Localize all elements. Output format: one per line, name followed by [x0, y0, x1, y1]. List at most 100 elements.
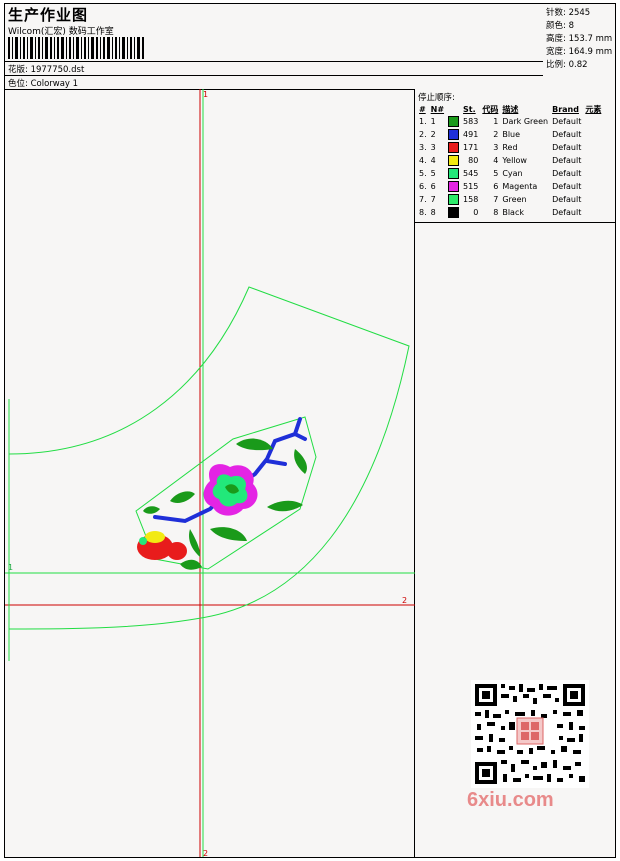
col-element: 元素 — [585, 104, 602, 114]
cell-stitches: 515 — [463, 182, 479, 191]
cell-element — [583, 154, 603, 167]
cell-element — [583, 128, 603, 141]
table-row: 7. 7 158 7 Green Default — [417, 193, 603, 206]
cell-code: 5 — [493, 169, 499, 178]
table-row: 5. 5 545 5 Cyan Default — [417, 167, 603, 180]
cell-n: 6 — [430, 182, 436, 191]
cell-desc: Blue — [502, 130, 521, 139]
cell-desc: Cyan — [502, 169, 523, 178]
cell-n: 5 — [430, 169, 436, 178]
cell-element — [583, 206, 603, 219]
company-name: Wilcom(汇宏) 数码工作室 — [8, 27, 114, 37]
design-canvas[interactable]: 1 2 1 2 — [5, 89, 415, 858]
cell-code: 1 — [493, 117, 499, 126]
header-divider-2 — [5, 75, 543, 76]
cell-desc: Magenta — [502, 182, 538, 191]
colorway: 色位: Colorway 1 — [8, 79, 79, 89]
col-desc: 描述 — [502, 104, 519, 114]
color-swatch-box — [448, 207, 460, 218]
cell-n: 3 — [430, 143, 436, 152]
stat-height: 高度: 153.7 mm — [546, 34, 613, 44]
cell-desc: Dark Green — [502, 117, 549, 126]
color-swatch — [446, 167, 461, 180]
cell-desc: Yellow — [502, 156, 527, 165]
cell-num: 5. — [419, 169, 427, 178]
stat-width: 宽度: 164.9 mm — [546, 47, 613, 57]
color-swatch — [446, 141, 461, 154]
color-swatch-box — [448, 116, 460, 127]
color-swatch — [446, 128, 461, 141]
page-title: 生产作业图 — [8, 6, 89, 24]
col-swatch — [446, 103, 461, 115]
cell-code: 7 — [493, 195, 499, 204]
color-swatch — [446, 193, 461, 206]
color-swatch-box — [448, 142, 460, 153]
color-swatch-box — [448, 181, 460, 192]
cell-brand: Default — [552, 117, 582, 126]
cell-code: 3 — [493, 143, 499, 152]
barcode — [8, 37, 144, 59]
cell-num: 2. — [419, 130, 427, 139]
cell-code: 2 — [493, 130, 499, 139]
stop-sequence-box: 停止顺序: # N# St. 代码 描述 Brand 元素 1. 1 583 1 Dar… — [415, 89, 615, 223]
color-swatch-box — [448, 168, 460, 179]
cell-brand: Default — [552, 182, 582, 191]
color-swatch — [446, 115, 461, 128]
cell-code: 4 — [493, 156, 499, 165]
stat-scale: 比例: 0.82 — [546, 60, 588, 70]
cell-stitches: 171 — [463, 143, 479, 152]
cell-stitches: 583 — [463, 117, 479, 126]
color-swatch — [446, 154, 461, 167]
axis-label-v-bottom: 2 — [203, 849, 208, 858]
cell-n: 1 — [430, 117, 436, 126]
cell-n: 7 — [430, 195, 436, 204]
cell-desc: Red — [502, 143, 518, 152]
cell-element — [583, 167, 603, 180]
qr-code — [471, 680, 589, 788]
design-file: 花版: 1977750.dst — [8, 65, 85, 75]
cell-num: 6. — [419, 182, 427, 191]
cell-num: 4. — [419, 156, 427, 165]
col-st: St. — [463, 104, 476, 114]
color-swatch-box — [448, 194, 460, 205]
cell-stitches: 80 — [468, 156, 479, 165]
cell-brand: Default — [552, 130, 582, 139]
axis-label-h-left: 1 — [8, 563, 13, 572]
color-swatch-box — [448, 129, 460, 140]
cell-stitches: 491 — [463, 130, 479, 139]
table-row: 1. 1 583 1 Dark Green Default — [417, 115, 603, 128]
cell-element — [583, 141, 603, 154]
cell-element — [583, 193, 603, 206]
cell-brand: Default — [552, 156, 582, 165]
table-row: 3. 3 171 3 Red Default — [417, 141, 603, 154]
stop-sequence-rows: 1. 1 583 1 Dark Green Default 2. 2 491 2 Blue Defau… — [417, 115, 603, 219]
design-drawing: 1 2 1 2 — [5, 89, 415, 858]
cell-brand: Default — [552, 143, 582, 152]
stats-box: 针数: 2545 颜色: 8 高度: 153.7 mm 宽度: 164.9 mm… — [543, 4, 615, 90]
stat-stitches: 针数: 2545 — [546, 8, 591, 18]
axis-label-v-top: 1 — [203, 90, 208, 99]
cell-stitches: 0 — [473, 208, 479, 217]
color-swatch-box — [448, 155, 460, 166]
cell-code: 8 — [493, 208, 499, 217]
table-row: 6. 6 515 6 Magenta Default — [417, 180, 603, 193]
berry-red — [137, 531, 187, 560]
table-row: 4. 4 80 4 Yellow Default — [417, 154, 603, 167]
cell-code: 6 — [493, 182, 499, 191]
header-divider — [5, 61, 543, 62]
header-info: 生产作业图 Wilcom(汇宏) 数码工作室 花版: 1977750.dst 色… — [5, 4, 544, 90]
col-code: 代码 — [482, 104, 499, 114]
stop-sequence-title: 停止顺序: — [418, 93, 455, 103]
cell-n: 8 — [430, 208, 436, 217]
color-swatch — [446, 206, 461, 219]
col-brand: Brand — [552, 104, 579, 114]
col-n: N# — [430, 104, 445, 114]
cell-n: 2 — [430, 130, 436, 139]
stop-sequence-table: # N# St. 代码 描述 Brand 元素 1. 1 583 1 Dark Gree… — [417, 103, 603, 219]
axis-label-h-right: 2 — [402, 596, 407, 605]
cell-stitches: 158 — [463, 195, 479, 204]
color-panel: 停止顺序: # N# St. 代码 描述 Brand 元素 1. 1 583 1 Dar… — [415, 89, 615, 857]
cell-n: 4 — [430, 156, 436, 165]
table-row: 8. 8 0 8 Black Default — [417, 206, 603, 219]
table-header-row: # N# St. 代码 描述 Brand 元素 — [417, 103, 603, 115]
